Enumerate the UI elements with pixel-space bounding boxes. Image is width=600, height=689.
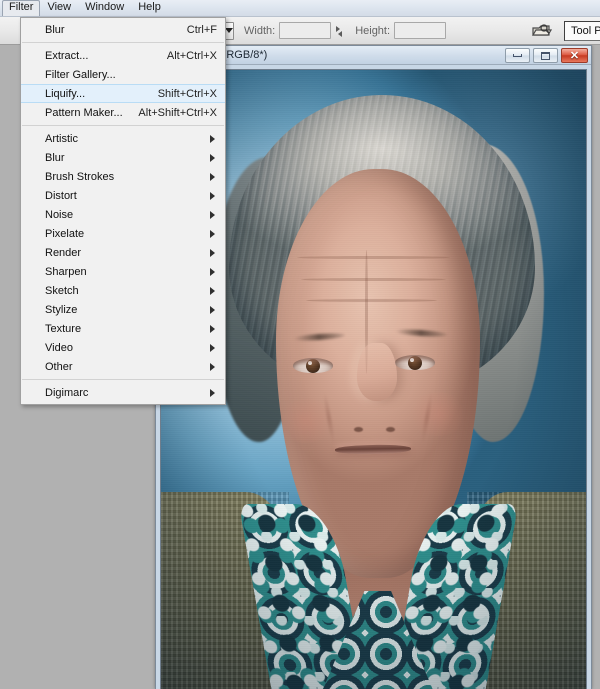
menu-item-texture[interactable]: Texture <box>21 319 225 338</box>
submenu-arrow-icon <box>210 191 215 200</box>
menu-item-label: Texture <box>45 322 82 335</box>
menu-item-sharpen[interactable]: Sharpen <box>21 262 225 281</box>
minimize-icon <box>513 54 522 57</box>
menu-item-label: Other <box>45 360 73 373</box>
menu-item-label: Blur <box>45 23 65 36</box>
tool-preset-label: Tool Preset <box>571 24 600 37</box>
menu-item-shortcut: Ctrl+F <box>186 23 217 36</box>
menu-item-shortcut: Alt+Shift+Ctrl+X <box>138 106 217 119</box>
menubar-item-label: Filter <box>9 1 34 13</box>
photoshop-window: Filter View Window Help Width: Height: Tool… <box>0 0 600 689</box>
menubar-item-window[interactable]: Window <box>78 0 131 16</box>
menu-item-extract[interactable]: Extract... Alt+Ctrl+X <box>21 46 225 65</box>
menu-item-artistic[interactable]: Artistic <box>21 129 225 148</box>
menu-separator <box>22 125 224 126</box>
submenu-arrow-icon <box>210 343 215 352</box>
minimize-button[interactable] <box>505 48 530 63</box>
tool-preset-picker-icon[interactable] <box>530 21 553 41</box>
menu-item-filter-gallery[interactable]: Filter Gallery... <box>21 65 225 84</box>
submenu-arrow-icon <box>210 134 215 143</box>
menu-item-noise[interactable]: Noise <box>21 205 225 224</box>
menu-item-label: Noise <box>45 208 74 221</box>
submenu-arrow-icon <box>210 248 215 257</box>
menu-item-label: Extract... <box>45 49 89 62</box>
menu-item-label: Filter Gallery... <box>45 68 116 81</box>
menu-item-label: Digimarc <box>45 386 89 399</box>
menu-item-label: Blur <box>45 151 65 164</box>
submenu-arrow-icon <box>210 153 215 162</box>
menu-item-pixelate[interactable]: Pixelate <box>21 224 225 243</box>
submenu-arrow-icon <box>210 362 215 371</box>
menu-item-shortcut: Alt+Ctrl+X <box>166 49 217 62</box>
height-label: Height: <box>355 24 391 37</box>
menu-item-label: Distort <box>45 189 77 202</box>
menu-item-stylize[interactable]: Stylize <box>21 300 225 319</box>
menu-separator <box>22 379 224 380</box>
width-label: Width: <box>244 24 276 37</box>
menu-item-label: Pattern Maker... <box>45 106 123 119</box>
menu-separator <box>22 42 224 43</box>
menu-item-blur[interactable]: Blur Ctrl+F <box>21 20 225 39</box>
submenu-arrow-icon <box>210 286 215 295</box>
menu-item-blur[interactable]: Blur <box>21 148 225 167</box>
submenu-arrow-icon <box>210 172 215 181</box>
menubar-item-label: Window <box>85 1 125 13</box>
menu-item-label: Stylize <box>45 303 78 316</box>
menu-item-liquify[interactable]: Liquify... Shift+Ctrl+X <box>21 84 225 103</box>
menu-bar: Filter View Window Help <box>0 0 600 17</box>
height-input[interactable] <box>394 22 447 39</box>
menu-item-digimarc[interactable]: Digimarc <box>21 383 225 402</box>
chevron-down-icon <box>225 28 233 33</box>
menu-item-label: Artistic <box>45 132 78 145</box>
menu-item-label: Sketch <box>45 284 79 297</box>
restore-icon <box>541 51 550 60</box>
menu-item-label: Pixelate <box>45 227 85 240</box>
menu-item-pattern-maker[interactable]: Pattern Maker... Alt+Shift+Ctrl+X <box>21 103 225 122</box>
menu-item-video[interactable]: Video <box>21 338 225 357</box>
menu-item-label: Brush Strokes <box>45 170 115 183</box>
menubar-item-view[interactable]: View <box>40 0 78 16</box>
filter-dropdown-menu[interactable]: Blur Ctrl+F Extract... Alt+Ctrl+X Filter Gal… <box>20 17 226 405</box>
width-input[interactable] <box>279 22 332 39</box>
submenu-arrow-icon <box>210 388 215 397</box>
menubar-item-filter[interactable]: Filter <box>2 0 41 16</box>
menubar-item-label: Help <box>138 1 161 13</box>
window-controls: ✕ <box>505 48 588 63</box>
close-icon: ✕ <box>569 49 580 62</box>
tool-preset-picker[interactable]: Tool Preset <box>564 20 600 41</box>
submenu-arrow-icon <box>210 267 215 276</box>
submenu-arrow-icon <box>210 229 215 238</box>
submenu-arrow-icon <box>210 324 215 333</box>
submenu-arrow-icon <box>210 210 215 219</box>
menubar-item-label: View <box>47 1 72 13</box>
menu-item-label: Video <box>45 341 73 354</box>
restore-button[interactable] <box>533 48 558 63</box>
menu-item-brush-strokes[interactable]: Brush Strokes <box>21 167 225 186</box>
menu-item-other[interactable]: Other <box>21 357 225 376</box>
menu-item-render[interactable]: Render <box>21 243 225 262</box>
menu-item-sketch[interactable]: Sketch <box>21 281 225 300</box>
menu-item-label: Render <box>45 246 82 259</box>
submenu-arrow-icon <box>210 305 215 314</box>
menu-item-label: Liquify... <box>45 87 86 100</box>
menu-item-label: Sharpen <box>45 265 87 278</box>
menu-item-shortcut: Shift+Ctrl+X <box>157 87 217 100</box>
menu-item-distort[interactable]: Distort <box>21 186 225 205</box>
close-button[interactable]: ✕ <box>561 48 588 63</box>
menubar-item-help[interactable]: Help <box>131 0 168 16</box>
